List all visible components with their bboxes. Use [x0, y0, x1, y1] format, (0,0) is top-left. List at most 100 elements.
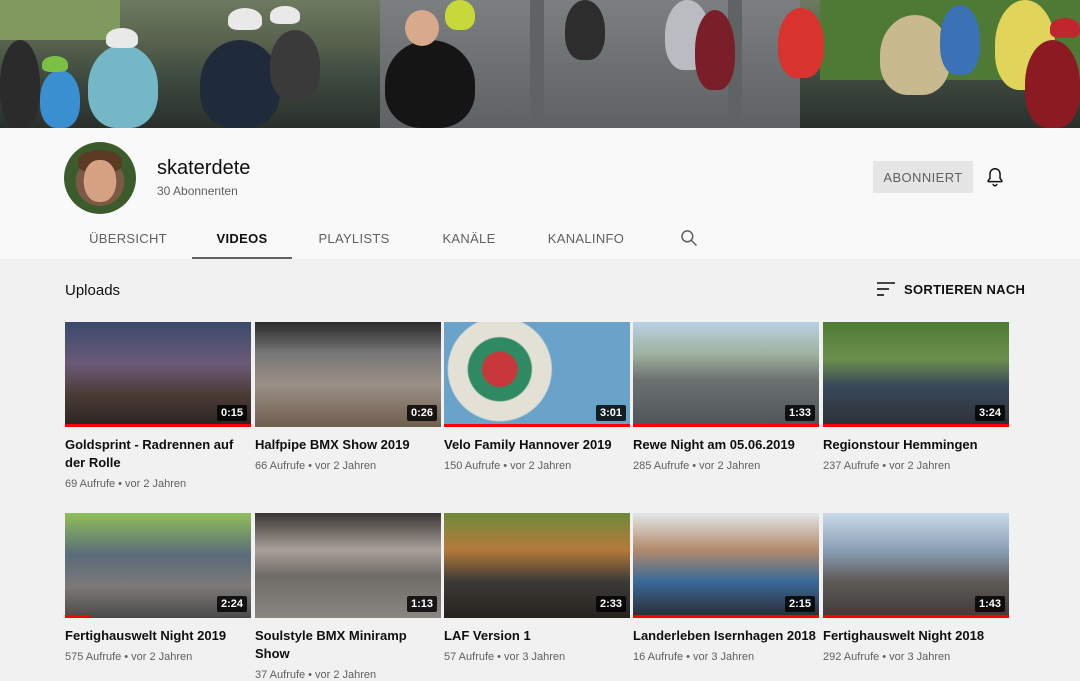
- video-thumbnail[interactable]: 0:15: [65, 322, 251, 427]
- upload-age: vor 3 Jahren: [504, 651, 566, 663]
- channel-tabs: ÜBERSICHT VIDEOS PLAYLISTS KANÄLE KANALI…: [64, 218, 698, 259]
- video-card[interactable]: 2:33 LAF Version 1 57 Aufrufe • vor 3 Jahren: [444, 513, 630, 663]
- bell-icon[interactable]: [984, 166, 1006, 188]
- video-meta: 292 Aufrufe • vor 3 Jahren: [823, 651, 1009, 663]
- video-meta: 575 Aufrufe • vor 2 Jahren: [65, 651, 251, 663]
- watch-progress-bar: [633, 615, 819, 618]
- video-title[interactable]: Halfpipe BMX Show 2019: [255, 436, 441, 454]
- watch-progress-bar: [823, 424, 1009, 427]
- video-title[interactable]: Landerleben Isernhagen 2018: [633, 627, 819, 645]
- video-card[interactable]: 2:24 Fertighauswelt Night 2019 575 Aufrufe…: [65, 513, 251, 663]
- video-thumbnail[interactable]: 2:33: [444, 513, 630, 618]
- channel-avatar[interactable]: [64, 142, 136, 214]
- video-title[interactable]: LAF Version 1: [444, 627, 630, 645]
- video-duration: 3:01: [595, 405, 626, 421]
- video-meta: 150 Aufrufe • vor 2 Jahren: [444, 460, 630, 472]
- upload-age: vor 2 Jahren: [889, 460, 951, 472]
- video-thumbnail[interactable]: 2:24: [65, 513, 251, 618]
- video-card[interactable]: 1:43 Fertighauswelt Night 2018 292 Aufrufe…: [823, 513, 1009, 663]
- tab-label: VIDEOS: [216, 231, 268, 246]
- video-duration: 2:24: [216, 596, 247, 612]
- video-thumbnail[interactable]: 0:26: [255, 322, 441, 427]
- view-count: 237 Aufrufe: [823, 460, 880, 472]
- video-thumbnail[interactable]: 3:24: [823, 322, 1009, 427]
- view-count: 66 Aufrufe: [255, 460, 306, 472]
- video-meta: 237 Aufrufe • vor 2 Jahren: [823, 460, 1009, 472]
- channel-banner: [0, 0, 1080, 128]
- video-card[interactable]: 1:13 Soulstyle BMX Miniramp Show 37 Aufruf…: [255, 513, 441, 681]
- video-meta: 285 Aufrufe • vor 2 Jahren: [633, 460, 819, 472]
- tab-playlists[interactable]: PLAYLISTS: [292, 218, 416, 259]
- view-count: 292 Aufrufe: [823, 651, 880, 663]
- video-meta: 66 Aufrufe • vor 2 Jahren: [255, 460, 441, 472]
- upload-age: vor 2 Jahren: [125, 478, 187, 490]
- separator-dot: •: [118, 478, 123, 490]
- tab-overview[interactable]: ÜBERSICHT: [64, 218, 192, 259]
- video-meta: 69 Aufrufe • vor 2 Jahren: [65, 478, 251, 490]
- upload-age: vor 2 Jahren: [699, 460, 761, 472]
- video-meta: 16 Aufrufe • vor 3 Jahren: [633, 651, 819, 663]
- video-duration: 0:15: [216, 405, 247, 421]
- tab-channels[interactable]: KANÄLE: [416, 218, 522, 259]
- watch-progress-bar: [65, 615, 92, 618]
- video-meta: 37 Aufrufe • vor 2 Jahren: [255, 669, 441, 681]
- tab-label: KANALINFO: [547, 231, 625, 246]
- separator-dot: •: [686, 651, 691, 663]
- subscriber-count: 30 Abonnenten: [157, 184, 238, 198]
- search-icon[interactable]: [679, 228, 699, 248]
- separator-dot: •: [882, 651, 887, 663]
- tab-videos[interactable]: VIDEOS: [192, 218, 292, 259]
- video-duration: 1:43: [974, 596, 1005, 612]
- view-count: 69 Aufrufe: [65, 478, 116, 490]
- separator-dot: •: [497, 651, 502, 663]
- watch-progress-bar: [65, 424, 251, 427]
- video-duration: 1:13: [406, 596, 437, 612]
- video-meta: 57 Aufrufe • vor 3 Jahren: [444, 651, 630, 663]
- section-title: Uploads: [65, 282, 121, 299]
- separator-dot: •: [124, 651, 129, 663]
- video-title[interactable]: Soulstyle BMX Miniramp Show: [255, 627, 441, 663]
- sort-icon: [877, 282, 895, 296]
- video-thumbnail[interactable]: 3:01: [444, 322, 630, 427]
- video-card[interactable]: 1:33 Rewe Night am 05.06.2019 285 Aufrufe •…: [633, 322, 819, 472]
- separator-dot: •: [882, 460, 887, 472]
- view-count: 575 Aufrufe: [65, 651, 122, 663]
- tab-label: KANÄLE: [442, 231, 496, 246]
- tab-label: PLAYLISTS: [318, 231, 390, 246]
- video-thumbnail[interactable]: 2:15: [633, 513, 819, 618]
- video-title[interactable]: Velo Family Hannover 2019: [444, 436, 630, 454]
- video-card[interactable]: 3:24 Regionstour Hemmingen 237 Aufrufe • vor…: [823, 322, 1009, 472]
- upload-age: vor 2 Jahren: [131, 651, 193, 663]
- view-count: 37 Aufrufe: [255, 669, 306, 681]
- video-card[interactable]: 2:15 Landerleben Isernhagen 2018 16 Aufruf…: [633, 513, 819, 663]
- tab-about[interactable]: KANALINFO: [522, 218, 650, 259]
- video-duration: 2:15: [784, 596, 815, 612]
- upload-age: vor 2 Jahren: [315, 460, 377, 472]
- video-card[interactable]: 3:01 Velo Family Hannover 2019 150 Aufrufe…: [444, 322, 630, 472]
- upload-age: vor 3 Jahren: [889, 651, 951, 663]
- video-title[interactable]: Fertighauswelt Night 2019: [65, 627, 251, 645]
- video-thumbnail[interactable]: 1:13: [255, 513, 441, 618]
- video-title[interactable]: Goldsprint - Radrennen auf der Rolle: [65, 436, 251, 472]
- view-count: 150 Aufrufe: [444, 460, 501, 472]
- upload-age: vor 2 Jahren: [510, 460, 572, 472]
- video-title[interactable]: Rewe Night am 05.06.2019: [633, 436, 819, 454]
- separator-dot: •: [308, 669, 313, 681]
- subscribe-button[interactable]: ABONNIERT: [873, 161, 973, 193]
- sort-button[interactable]: SORTIEREN NACH: [877, 281, 1025, 297]
- view-count: 285 Aufrufe: [633, 460, 690, 472]
- video-card[interactable]: 0:15 Goldsprint - Radrennen auf der Rolle…: [65, 322, 251, 490]
- separator-dot: •: [308, 460, 313, 472]
- watch-progress-bar: [633, 424, 819, 427]
- video-duration: 2:33: [595, 596, 626, 612]
- upload-age: vor 2 Jahren: [315, 669, 377, 681]
- separator-dot: •: [503, 460, 508, 472]
- video-thumbnail[interactable]: 1:33: [633, 322, 819, 427]
- sort-label: SORTIEREN NACH: [904, 281, 1026, 297]
- video-card[interactable]: 0:26 Halfpipe BMX Show 2019 66 Aufrufe • vor…: [255, 322, 441, 472]
- video-thumbnail[interactable]: 1:43: [823, 513, 1009, 618]
- video-title[interactable]: Regionstour Hemmingen: [823, 436, 1009, 454]
- tab-label: ÜBERSICHT: [89, 231, 167, 246]
- video-title[interactable]: Fertighauswelt Night 2018: [823, 627, 1009, 645]
- video-duration: 1:33: [784, 405, 815, 421]
